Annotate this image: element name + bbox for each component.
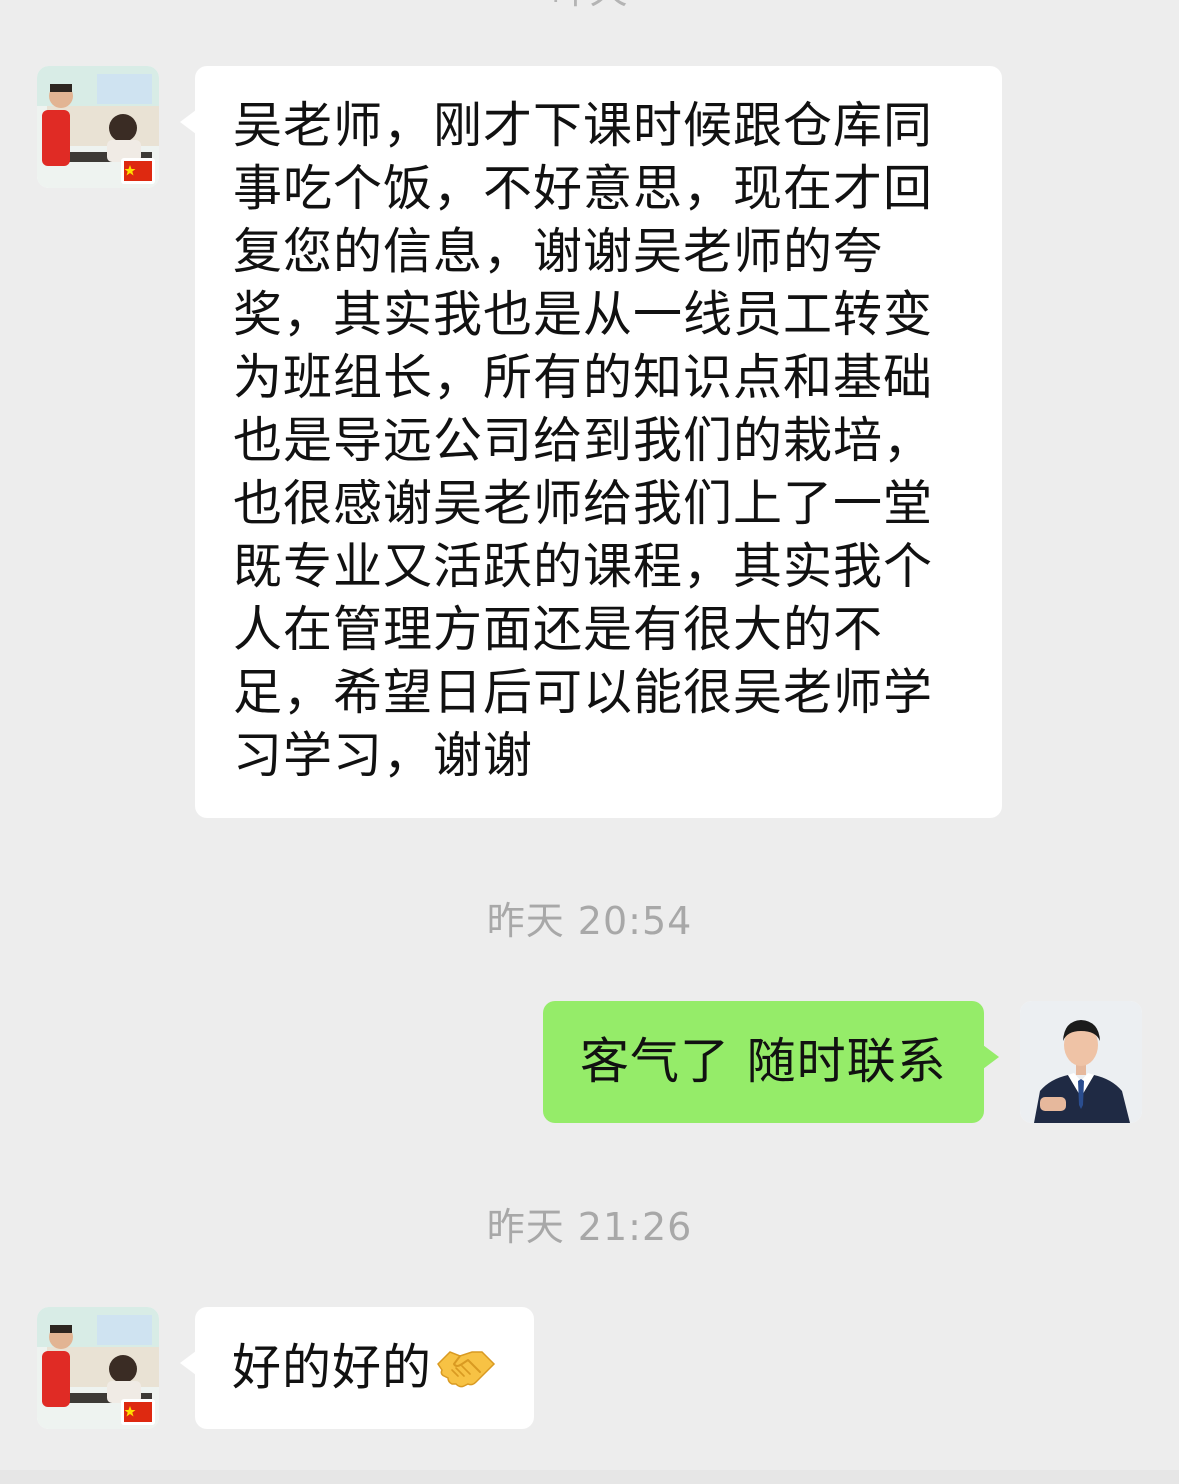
message-text: 客气了 随时联系 bbox=[580, 1033, 947, 1090]
message-text: 好的好的 bbox=[232, 1339, 433, 1396]
message-text: 吴老师，刚才下课时候跟仓库同事吃个饭，不好意思，现在才回复您的信息，谢谢吴老师的… bbox=[233, 97, 934, 784]
contact-avatar[interactable] bbox=[37, 66, 159, 188]
bottom-edge bbox=[0, 1470, 1179, 1484]
self-avatar-photo bbox=[1020, 1001, 1142, 1123]
outgoing-message[interactable]: 客气了 随时联系 bbox=[543, 1001, 999, 1123]
self-avatar[interactable] bbox=[1020, 1001, 1142, 1123]
bubble-tail bbox=[180, 110, 196, 134]
handshake-icon bbox=[437, 1350, 496, 1387]
incoming-message[interactable]: 吴老师，刚才下课时候跟仓库同事吃个饭，不好意思，现在才回复您的信息，谢谢吴老师的… bbox=[180, 66, 1002, 818]
contact-avatar[interactable] bbox=[37, 1307, 159, 1429]
contact-avatar-photo bbox=[37, 66, 159, 188]
contact-avatar-photo bbox=[37, 1307, 159, 1429]
partial-timestamp: 昨天 bbox=[0, 0, 1179, 10]
timestamp: 昨天 21:26 bbox=[486, 1205, 693, 1249]
incoming-message[interactable]: 好的好的 bbox=[180, 1307, 534, 1429]
bubble-tail bbox=[983, 1045, 999, 1069]
timestamp: 昨天 20:54 bbox=[486, 899, 693, 943]
bubble-tail bbox=[180, 1351, 196, 1375]
